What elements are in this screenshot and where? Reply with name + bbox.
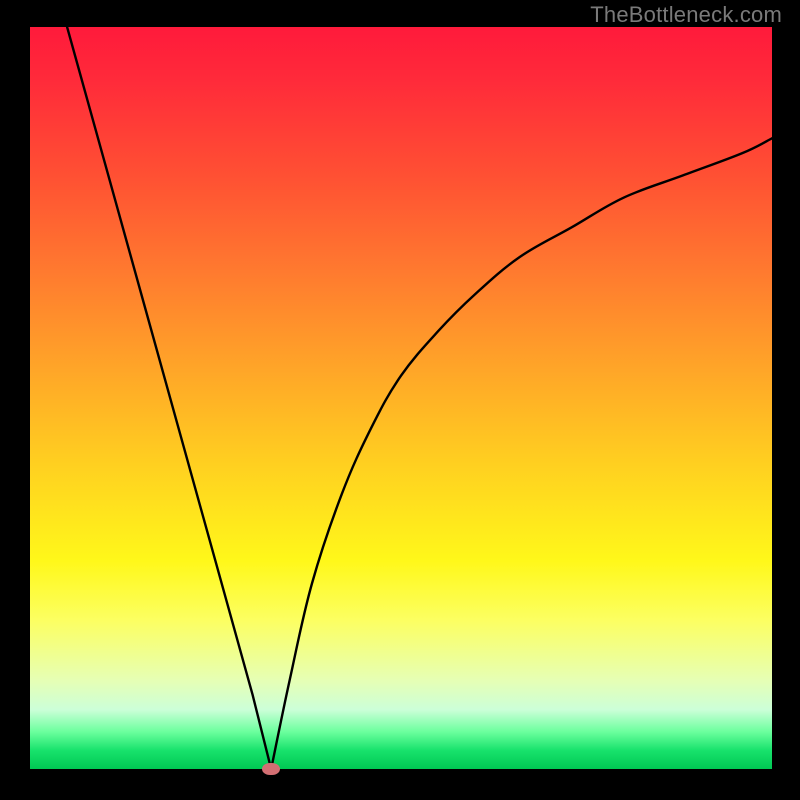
curve-left-segment bbox=[67, 27, 271, 769]
curve-right-segment bbox=[271, 138, 772, 769]
optimal-point-marker bbox=[262, 763, 280, 775]
watermark-text: TheBottleneck.com bbox=[590, 2, 782, 28]
chart-frame: TheBottleneck.com bbox=[0, 0, 800, 800]
bottleneck-curve bbox=[30, 27, 772, 769]
